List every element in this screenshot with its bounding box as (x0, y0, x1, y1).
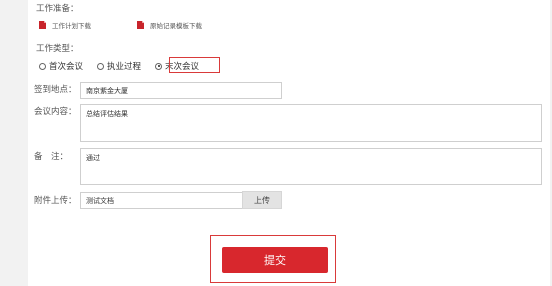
download-record-template[interactable]: 原始记录模板下载 (137, 20, 202, 30)
meeting-content-label: 会议内容： (34, 107, 77, 117)
meeting-content-textarea[interactable]: 总结评估结果 (80, 104, 542, 142)
pdf-file-icon (137, 21, 144, 29)
prep-label: 工作准备： (36, 4, 79, 14)
location-label: 签到地点： (34, 85, 77, 95)
radio-circle-icon (39, 62, 46, 70)
attachment-label: 附件上传： (34, 196, 77, 206)
radio-practice-process[interactable]: 执业过程 (97, 60, 141, 72)
radio-first-meeting-label: 首次会议 (49, 62, 84, 72)
work-type-label: 工作类型： (36, 44, 79, 54)
final-meeting-highlight (169, 57, 220, 73)
remark-textarea[interactable]: 通过 (80, 148, 542, 185)
pdf-file-icon (39, 21, 46, 29)
radio-practice-process-label: 执业过程 (107, 62, 142, 72)
radio-first-meeting[interactable]: 首次会议 (39, 60, 83, 72)
download-record-template-label: 原始记录模板下载 (150, 22, 202, 30)
submit-button[interactable]: 提交 (222, 247, 328, 273)
radio-circle-icon (97, 62, 105, 70)
upload-button[interactable]: 上传 (242, 191, 282, 209)
form-panel: 工作准备： 工作计划下载 原始记录模板下载 工作类型： 首次会议 执业过程 末次… (28, 0, 550, 286)
location-input[interactable]: 南京紫金大厦 (80, 82, 282, 99)
download-work-plan-label: 工作计划下载 (52, 22, 91, 30)
remark-label: 备 注： (34, 152, 69, 162)
radio-checked-icon (155, 62, 163, 70)
download-work-plan[interactable]: 工作计划下载 (39, 20, 91, 30)
